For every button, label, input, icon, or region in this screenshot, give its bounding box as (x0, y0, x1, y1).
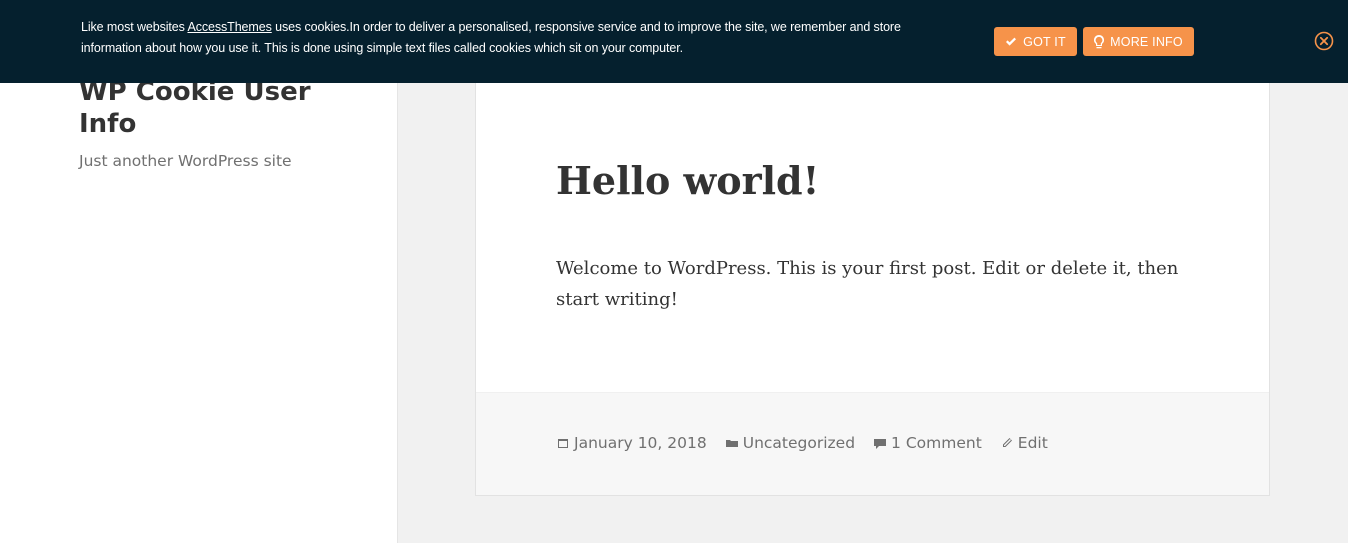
site-description: Just another WordPress site (79, 152, 292, 170)
post-meta: January 10, 2018 Uncategorized 1 Comment… (556, 434, 1066, 452)
accessthemes-link[interactable]: AccessThemes (187, 20, 271, 34)
post-date: January 10, 2018 (574, 434, 707, 452)
post-edit-label: Edit (1017, 434, 1048, 452)
cookie-message: Like most websites AccessThemes uses coo… (81, 17, 901, 59)
close-icon[interactable] (1314, 31, 1334, 51)
check-icon (1005, 37, 1017, 47)
post-title[interactable]: Hello world! (556, 156, 819, 206)
post-category-link[interactable]: Uncategorized (725, 434, 855, 452)
post-comments-link[interactable]: 1 Comment (873, 434, 982, 452)
got-it-button[interactable]: GOT IT (994, 27, 1077, 56)
post-edit-link[interactable]: Edit (1000, 434, 1048, 452)
post-content: Welcome to WordPress. This is your first… (556, 258, 1179, 310)
post-comments: 1 Comment (891, 434, 982, 452)
more-info-label: MORE INFO (1110, 34, 1183, 49)
cookie-consent-bar: Like most websites AccessThemes uses coo… (0, 0, 1348, 83)
site-title[interactable]: WP Cookie User Info (79, 76, 339, 140)
lightbulb-icon (1094, 34, 1105, 49)
post-article: Hello world! Welcome to WordPress. This … (475, 40, 1270, 496)
post-category: Uncategorized (742, 434, 856, 452)
more-info-button[interactable]: MORE INFO (1083, 27, 1194, 56)
post-date-link[interactable]: January 10, 2018 (556, 434, 707, 452)
calendar-icon (556, 436, 570, 450)
cookie-text-before: Like most websites (81, 20, 188, 34)
folder-icon (725, 436, 739, 450)
pencil-icon (1000, 436, 1014, 450)
post-footer: January 10, 2018 Uncategorized 1 Comment… (476, 392, 1269, 495)
got-it-label: GOT IT (1023, 34, 1066, 49)
comment-icon (873, 436, 887, 450)
